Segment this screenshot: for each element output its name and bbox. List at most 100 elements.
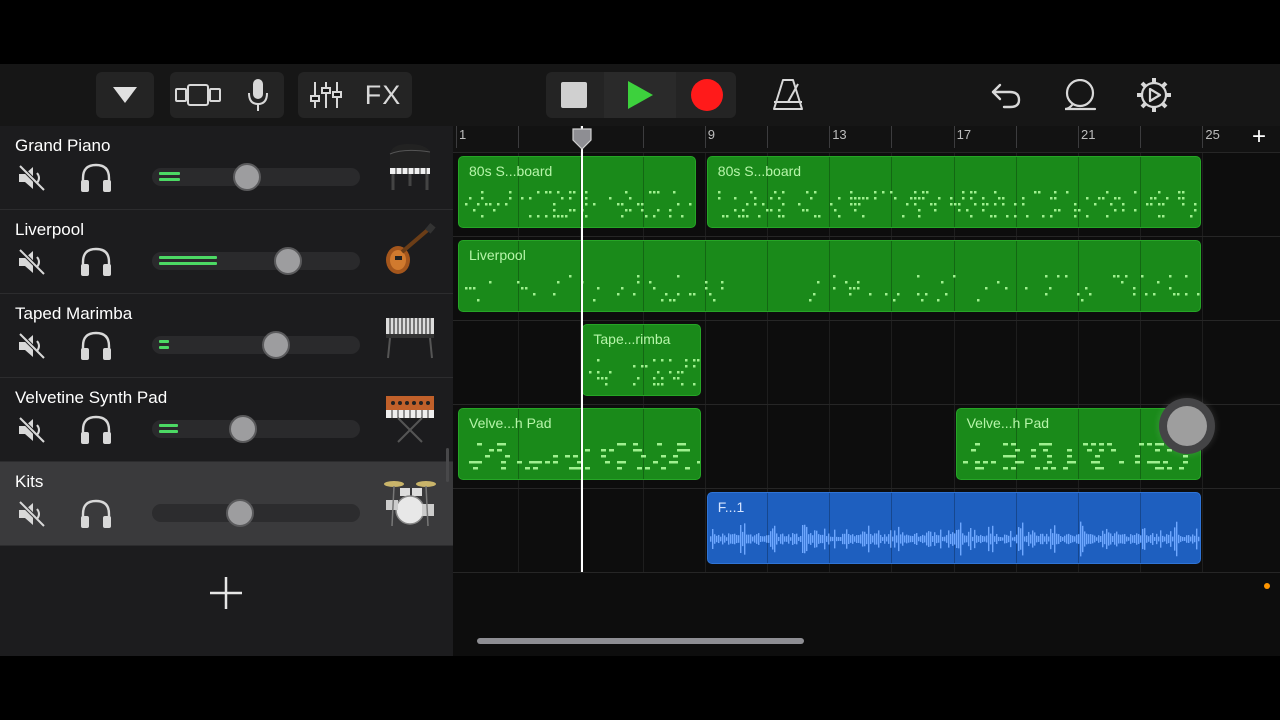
volume-slider[interactable] <box>152 499 360 527</box>
playhead-handle[interactable] <box>571 128 593 150</box>
grand-piano-icon <box>389 144 431 190</box>
play-button[interactable] <box>604 72 676 118</box>
volume-knob[interactable] <box>233 163 261 191</box>
midi-region[interactable]: 80s S...board <box>458 156 696 228</box>
add-track-button[interactable] <box>206 573 246 613</box>
bar-number: 1 <box>459 127 467 142</box>
midi-note <box>1010 443 1016 446</box>
audio-region[interactable]: F...1 <box>706 492 1202 564</box>
waveform-sample <box>1067 533 1070 545</box>
headphones-icon[interactable] <box>79 330 113 362</box>
midi-note <box>873 191 877 194</box>
track-header-taped-marimba[interactable]: Taped Marimba <box>0 294 453 378</box>
midi-note <box>673 461 678 464</box>
undo-button[interactable] <box>980 72 1032 118</box>
panel-resize-handle[interactable] <box>446 448 449 482</box>
horizontal-scrollbar[interactable] <box>477 638 804 644</box>
waveform-sample <box>789 537 792 541</box>
midi-note <box>805 191 809 194</box>
midi-note <box>489 449 494 452</box>
midi-note <box>1085 215 1089 218</box>
midi-note <box>1109 203 1113 206</box>
midi-note <box>1177 191 1181 194</box>
tracks-view-button[interactable] <box>96 72 154 118</box>
waveform-sample <box>935 534 938 544</box>
mute-icon[interactable] <box>16 498 48 530</box>
waveform-sample <box>1151 533 1154 545</box>
volume-slider[interactable] <box>152 415 360 443</box>
midi-note <box>977 299 980 302</box>
midi-note <box>1154 461 1160 464</box>
waveform-sample <box>967 531 970 547</box>
midi-region[interactable]: Tape...rimba <box>582 324 701 396</box>
midi-note <box>501 461 506 464</box>
midi-note <box>1118 461 1124 464</box>
loop-button[interactable] <box>1054 72 1106 118</box>
midi-note <box>1162 461 1168 464</box>
metronome-button[interactable] <box>760 72 816 118</box>
mute-icon[interactable] <box>16 246 48 278</box>
fx-button[interactable]: FX <box>354 72 412 118</box>
volume-slider[interactable] <box>152 163 360 191</box>
midi-note <box>745 203 749 206</box>
waveform-sample <box>1075 534 1078 544</box>
headphones-icon[interactable] <box>79 162 113 194</box>
waveform-sample <box>771 528 774 550</box>
waveform-sample <box>749 534 752 544</box>
microphone-button[interactable] <box>232 72 284 118</box>
floating-action-button[interactable] <box>1159 398 1215 454</box>
mute-icon[interactable] <box>16 414 48 446</box>
midi-note <box>853 197 857 200</box>
track-header-velvetine-synth-pad[interactable]: Velvetine Synth Pad <box>0 378 453 462</box>
mute-icon[interactable] <box>16 330 48 362</box>
mute-icon[interactable] <box>16 162 48 194</box>
midi-note <box>921 191 925 194</box>
midi-region[interactable]: 80s S...board <box>706 156 1202 228</box>
track-header-kits[interactable]: Kits <box>0 462 453 546</box>
waveform-sample <box>1105 528 1108 550</box>
headphones-icon[interactable] <box>79 498 113 530</box>
midi-note <box>1002 467 1008 470</box>
ruler-tick <box>704 126 706 148</box>
waveform-sample <box>1115 531 1118 547</box>
midi-note <box>953 203 957 206</box>
volume-slider[interactable] <box>152 331 360 359</box>
midi-region[interactable]: Velve...h Pad <box>458 408 701 480</box>
mixer-button[interactable] <box>298 72 354 118</box>
waveform-sample <box>1093 535 1096 543</box>
waveform-sample <box>1107 532 1110 546</box>
waveform-sample <box>1123 534 1126 544</box>
record-button[interactable] <box>678 72 736 118</box>
volume-slider[interactable] <box>152 247 360 275</box>
headphones-icon[interactable] <box>79 246 113 278</box>
tracks-area[interactable]: + 15913172125 80s S...board80s S...board… <box>453 126 1280 656</box>
track-header-liverpool[interactable]: Liverpool <box>0 210 453 294</box>
midi-note <box>537 191 540 194</box>
loop-browser-button[interactable] <box>170 72 226 118</box>
midi-region[interactable]: Liverpool <box>458 240 1202 312</box>
stop-button[interactable] <box>546 72 602 118</box>
midi-note <box>1133 191 1137 194</box>
midi-note <box>1113 275 1116 278</box>
volume-knob[interactable] <box>274 247 303 275</box>
waveform-sample <box>719 536 722 542</box>
midi-note <box>857 197 861 200</box>
midi-note <box>1189 215 1193 218</box>
headphones-icon[interactable] <box>79 414 113 446</box>
midi-note <box>1161 215 1165 218</box>
midi-note <box>989 215 993 218</box>
midi-note <box>1045 293 1048 296</box>
midi-note <box>1025 215 1029 218</box>
settings-button[interactable] <box>1128 72 1180 118</box>
add-section-button[interactable]: + <box>1249 126 1269 150</box>
volume-knob[interactable] <box>229 415 258 443</box>
midi-note <box>597 287 600 290</box>
volume-knob[interactable] <box>261 331 290 359</box>
midi-note <box>693 383 696 386</box>
midi-note <box>1145 293 1148 296</box>
volume-knob[interactable] <box>225 499 254 527</box>
waveform-sample <box>1199 528 1201 550</box>
midi-note <box>1181 197 1185 200</box>
track-header-grand-piano[interactable]: Grand Piano <box>0 126 453 210</box>
midi-note <box>641 455 646 458</box>
